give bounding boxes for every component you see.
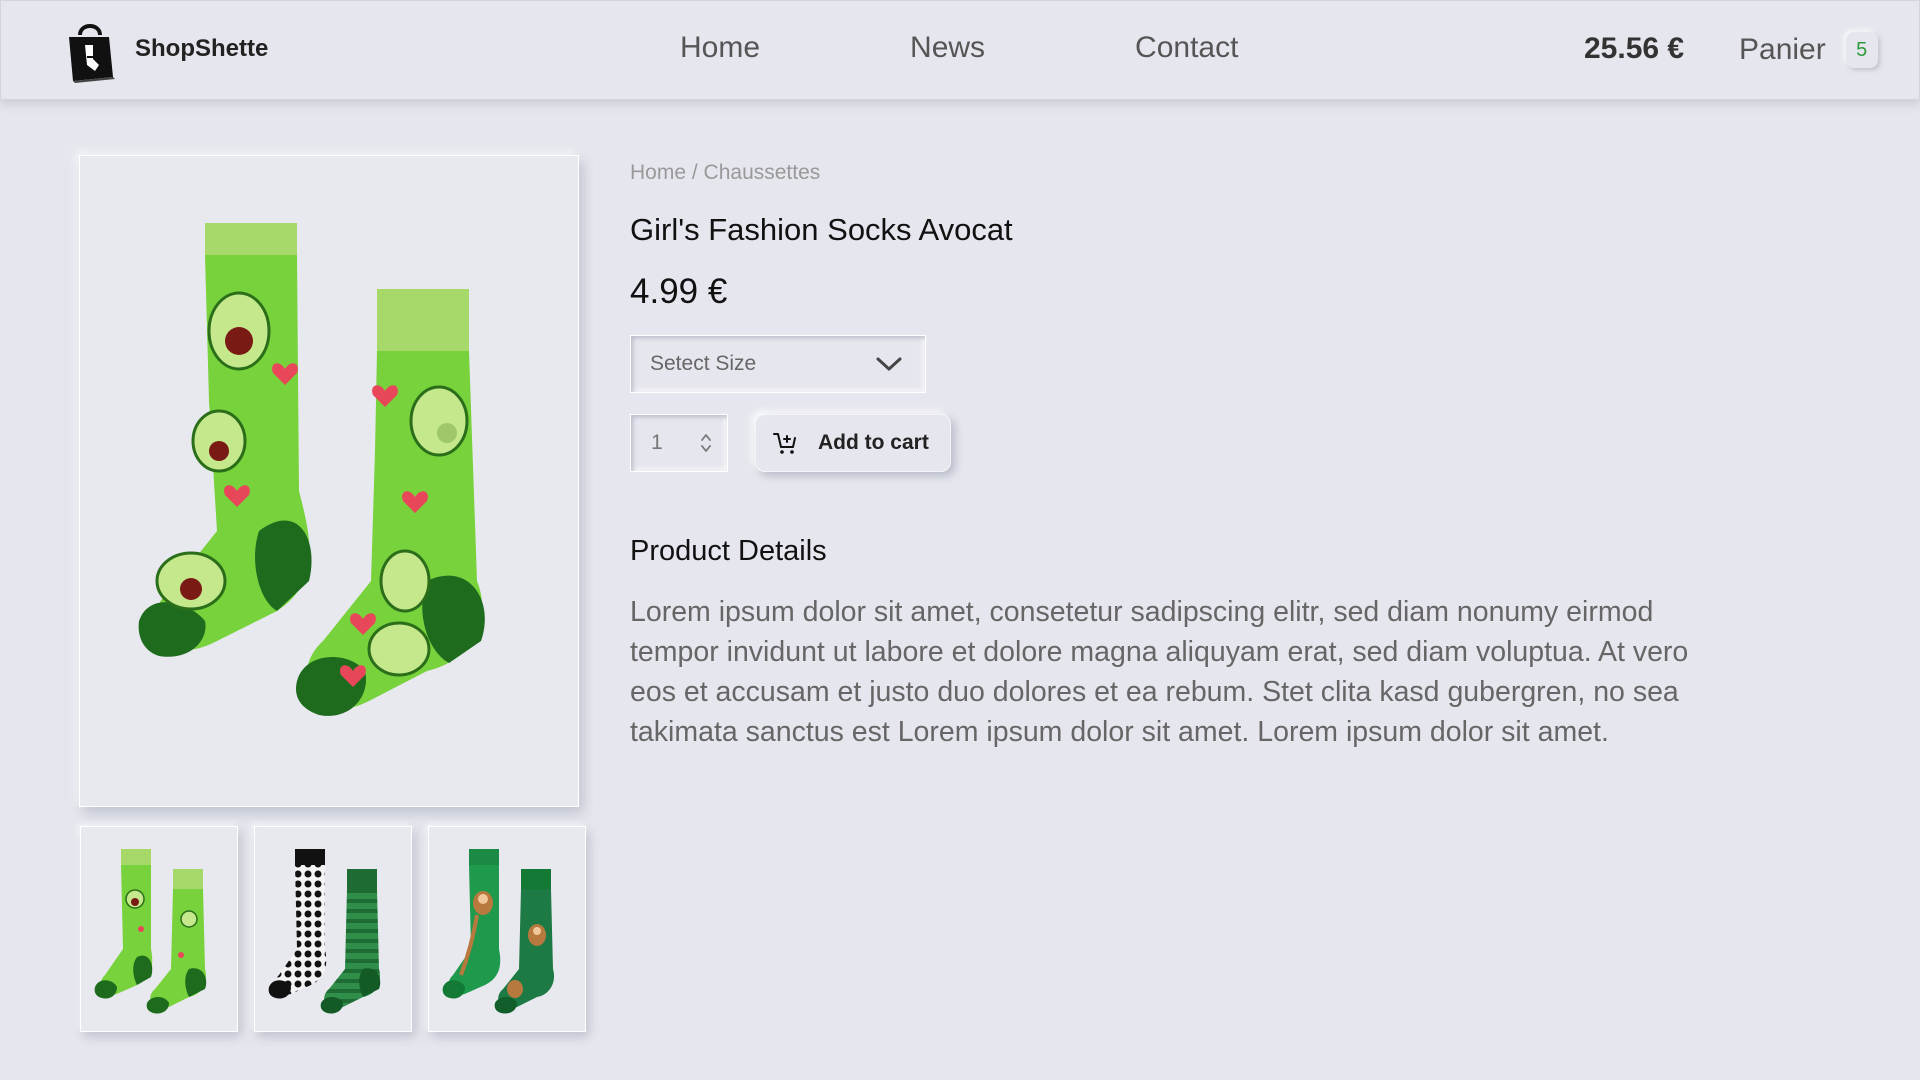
add-to-cart-label: Add to cart [818, 431, 929, 454]
brand-name: ShopShette [135, 35, 269, 62]
thumbnail-avocado[interactable] [80, 826, 238, 1032]
shopping-bag-icon [69, 24, 115, 83]
monkey-socks-thumbnail [442, 849, 555, 1014]
thumbnail-monkey[interactable] [428, 826, 586, 1032]
main-nav: Home News Contact [680, 31, 1238, 65]
breadcrumb-home-link[interactable]: Home [630, 161, 686, 184]
add-to-cart-button[interactable]: Add to cart [755, 414, 951, 472]
top-navbar: ShopShette Home News Contact 25.56 € Pan… [0, 0, 1920, 100]
chevron-down-icon [876, 357, 902, 371]
nav-news-link[interactable]: News [910, 31, 985, 65]
nav-home-link[interactable]: Home [680, 31, 760, 65]
avocado-socks-thumbnail [94, 849, 207, 1014]
cart-label: Panier [1739, 33, 1826, 66]
avocado-socks-image [138, 223, 485, 716]
football-socks-thumbnail [268, 849, 381, 1014]
size-select-value: Setect Size [650, 352, 757, 375]
product-main-image [79, 155, 579, 807]
product-title: Girl's Fashion Socks Avocat [630, 212, 1013, 247]
breadcrumb-separator: / [686, 161, 704, 184]
cart-total: 25.56 € [1584, 32, 1685, 65]
quantity-input[interactable]: 1 [630, 414, 728, 472]
thumbnail-football[interactable] [254, 826, 412, 1032]
product-description: Lorem ipsum dolor sit amet, consetetur s… [630, 596, 1689, 748]
product-details-heading: Product Details [630, 535, 827, 567]
product-price: 4.99 € [630, 272, 728, 311]
breadcrumb-category-link[interactable]: Chaussettes [704, 161, 821, 184]
cart-button[interactable]: Panier 5 [1739, 32, 1878, 68]
size-select[interactable]: Setect Size [630, 335, 926, 393]
cart-plus-icon [773, 433, 796, 454]
breadcrumb: Home / Chaussettes [630, 161, 820, 185]
nav-contact-link[interactable]: Contact [1135, 31, 1238, 65]
stepper-icon[interactable] [699, 431, 713, 455]
quantity-value: 1 [651, 431, 663, 454]
cart-count-badge: 5 [1845, 32, 1878, 68]
brand[interactable]: ShopShette [63, 13, 268, 85]
